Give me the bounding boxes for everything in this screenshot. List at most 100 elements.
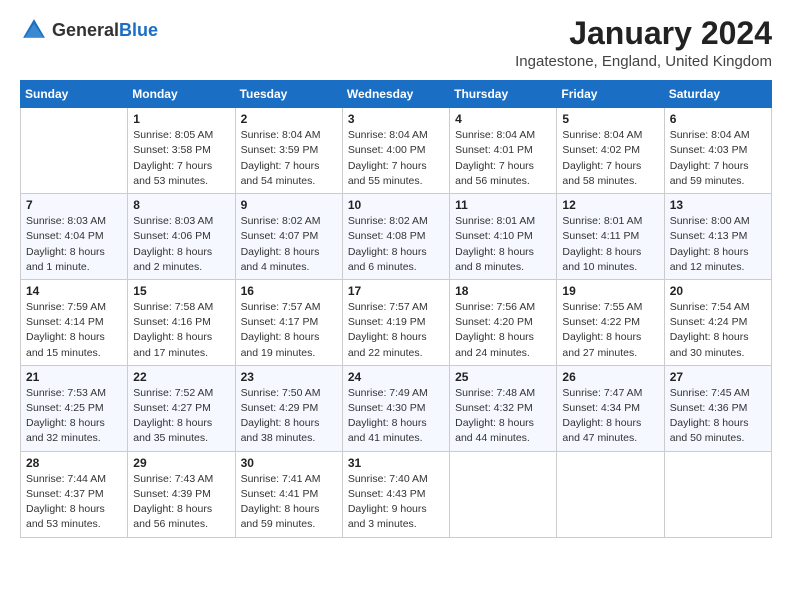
day-info: Sunrise: 7:44 AMSunset: 4:37 PMDaylight:… — [26, 472, 122, 533]
calendar-cell: 20 Sunrise: 7:54 AMSunset: 4:24 PMDayligh… — [664, 279, 771, 365]
day-number: 31 — [348, 456, 444, 470]
day-number: 30 — [241, 456, 337, 470]
calendar-week-row: 28 Sunrise: 7:44 AMSunset: 4:37 PMDayligh… — [21, 451, 772, 537]
weekday-header-wednesday: Wednesday — [342, 81, 449, 108]
calendar-cell: 5 Sunrise: 8:04 AMSunset: 4:02 PMDaylight… — [557, 108, 664, 194]
weekday-header-monday: Monday — [128, 81, 235, 108]
calendar-cell: 3Sunrise: 8:04 AMSunset: 4:00 PMDaylight… — [342, 108, 449, 194]
calendar-cell: 7 Sunrise: 8:03 AMSunset: 4:04 PMDaylight… — [21, 194, 128, 280]
weekday-header-thursday: Thursday — [450, 81, 557, 108]
day-info: Sunrise: 8:04 AMSunset: 4:01 PMDaylight:… — [455, 128, 551, 189]
weekday-header-friday: Friday — [557, 81, 664, 108]
calendar-cell: 13Sunrise: 8:00 AMSunset: 4:13 PMDayligh… — [664, 194, 771, 280]
calendar-week-row: 1 Sunrise: 8:05 AMSunset: 3:58 PMDaylight… — [21, 108, 772, 194]
page-header: GeneralBlue January 2024 Ingatestone, En… — [20, 16, 772, 70]
calendar-cell: 12 Sunrise: 8:01 AMSunset: 4:11 PMDayligh… — [557, 194, 664, 280]
day-info: Sunrise: 7:55 AMSunset: 4:22 PMDaylight:… — [562, 300, 658, 361]
calendar-cell: 2 Sunrise: 8:04 AMSunset: 3:59 PMDaylight… — [235, 108, 342, 194]
calendar-cell: 23 Sunrise: 7:50 AMSunset: 4:29 PMDayligh… — [235, 365, 342, 451]
day-number: 24 — [348, 370, 444, 384]
day-number: 26 — [562, 370, 658, 384]
day-number: 25 — [455, 370, 551, 384]
calendar-cell — [450, 451, 557, 537]
calendar-cell — [21, 108, 128, 194]
calendar-body: 1 Sunrise: 8:05 AMSunset: 3:58 PMDaylight… — [21, 108, 772, 537]
day-number: 23 — [241, 370, 337, 384]
calendar-cell — [664, 451, 771, 537]
calendar-week-row: 21 Sunrise: 7:53 AMSunset: 4:25 PMDayligh… — [21, 365, 772, 451]
calendar-cell: 4 Sunrise: 8:04 AMSunset: 4:01 PMDaylight… — [450, 108, 557, 194]
day-number: 12 — [562, 198, 658, 212]
calendar-cell: 6 Sunrise: 8:04 AMSunset: 4:03 PMDaylight… — [664, 108, 771, 194]
calendar-cell: 31 Sunrise: 7:40 AMSunset: 4:43 PMDayligh… — [342, 451, 449, 537]
day-info: Sunrise: 7:40 AMSunset: 4:43 PMDaylight:… — [348, 472, 444, 533]
calendar-cell: 8Sunrise: 8:03 AMSunset: 4:06 PMDaylight… — [128, 194, 235, 280]
day-info: Sunrise: 8:02 AMSunset: 4:08 PMDaylight:… — [348, 214, 444, 275]
weekday-header-row: SundayMondayTuesdayWednesdayThursdayFrid… — [21, 81, 772, 108]
day-number: 9 — [241, 198, 337, 212]
calendar-week-row: 7 Sunrise: 8:03 AMSunset: 4:04 PMDaylight… — [21, 194, 772, 280]
calendar-cell: 19 Sunrise: 7:55 AMSunset: 4:22 PMDayligh… — [557, 279, 664, 365]
logo-text-general: General — [52, 20, 119, 40]
day-info: Sunrise: 7:54 AMSunset: 4:24 PMDaylight:… — [670, 300, 766, 361]
day-info: Sunrise: 7:53 AMSunset: 4:25 PMDaylight:… — [26, 386, 122, 447]
calendar-cell: 15 Sunrise: 7:58 AMSunset: 4:16 PMDayligh… — [128, 279, 235, 365]
day-info: Sunrise: 8:04 AMSunset: 4:02 PMDaylight:… — [562, 128, 658, 189]
day-info: Sunrise: 7:43 AMSunset: 4:39 PMDaylight:… — [133, 472, 229, 533]
calendar-cell: 25 Sunrise: 7:48 AMSunset: 4:32 PMDayligh… — [450, 365, 557, 451]
calendar-cell: 27 Sunrise: 7:45 AMSunset: 4:36 PMDayligh… — [664, 365, 771, 451]
day-info: Sunrise: 8:01 AMSunset: 4:11 PMDaylight:… — [562, 214, 658, 275]
calendar-week-row: 14 Sunrise: 7:59 AMSunset: 4:14 PMDayligh… — [21, 279, 772, 365]
calendar-cell: 14 Sunrise: 7:59 AMSunset: 4:14 PMDayligh… — [21, 279, 128, 365]
day-info: Sunrise: 7:50 AMSunset: 4:29 PMDaylight:… — [241, 386, 337, 447]
day-number: 1 — [133, 112, 229, 126]
weekday-header-sunday: Sunday — [21, 81, 128, 108]
weekday-header-saturday: Saturday — [664, 81, 771, 108]
logo-icon — [20, 16, 48, 44]
day-number: 27 — [670, 370, 766, 384]
calendar-header: SundayMondayTuesdayWednesdayThursdayFrid… — [21, 81, 772, 108]
day-number: 3 — [348, 112, 444, 126]
day-info: Sunrise: 7:57 AMSunset: 4:19 PMDaylight:… — [348, 300, 444, 361]
calendar-cell: 22Sunrise: 7:52 AMSunset: 4:27 PMDayligh… — [128, 365, 235, 451]
day-info: Sunrise: 8:00 AMSunset: 4:13 PMDaylight:… — [670, 214, 766, 275]
calendar-cell: 26 Sunrise: 7:47 AMSunset: 4:34 PMDayligh… — [557, 365, 664, 451]
day-info: Sunrise: 7:41 AMSunset: 4:41 PMDaylight:… — [241, 472, 337, 533]
calendar-cell: 30 Sunrise: 7:41 AMSunset: 4:41 PMDayligh… — [235, 451, 342, 537]
calendar-cell: 10 Sunrise: 8:02 AMSunset: 4:08 PMDayligh… — [342, 194, 449, 280]
logo-text-blue: Blue — [119, 20, 158, 40]
day-info: Sunrise: 8:04 AMSunset: 3:59 PMDaylight:… — [241, 128, 337, 189]
day-info: Sunrise: 7:52 AMSunset: 4:27 PMDaylight:… — [133, 386, 229, 447]
day-number: 15 — [133, 284, 229, 298]
day-number: 5 — [562, 112, 658, 126]
day-info: Sunrise: 7:49 AMSunset: 4:30 PMDaylight:… — [348, 386, 444, 447]
day-info: Sunrise: 7:59 AMSunset: 4:14 PMDaylight:… — [26, 300, 122, 361]
day-number: 6 — [670, 112, 766, 126]
calendar-cell: 9 Sunrise: 8:02 AMSunset: 4:07 PMDaylight… — [235, 194, 342, 280]
day-info: Sunrise: 7:47 AMSunset: 4:34 PMDaylight:… — [562, 386, 658, 447]
day-number: 10 — [348, 198, 444, 212]
day-info: Sunrise: 8:05 AMSunset: 3:58 PMDaylight:… — [133, 128, 229, 189]
calendar-cell: 1 Sunrise: 8:05 AMSunset: 3:58 PMDaylight… — [128, 108, 235, 194]
day-info: Sunrise: 7:58 AMSunset: 4:16 PMDaylight:… — [133, 300, 229, 361]
day-info: Sunrise: 7:57 AMSunset: 4:17 PMDaylight:… — [241, 300, 337, 361]
day-number: 2 — [241, 112, 337, 126]
day-number: 4 — [455, 112, 551, 126]
day-number: 20 — [670, 284, 766, 298]
day-number: 21 — [26, 370, 122, 384]
day-info: Sunrise: 8:04 AMSunset: 4:03 PMDaylight:… — [670, 128, 766, 189]
day-info: Sunrise: 8:03 AMSunset: 4:06 PMDaylight:… — [133, 214, 229, 275]
calendar-cell — [557, 451, 664, 537]
calendar-cell: 29Sunrise: 7:43 AMSunset: 4:39 PMDayligh… — [128, 451, 235, 537]
day-info: Sunrise: 7:45 AMSunset: 4:36 PMDaylight:… — [670, 386, 766, 447]
calendar-cell: 21 Sunrise: 7:53 AMSunset: 4:25 PMDayligh… — [21, 365, 128, 451]
month-title: January 2024 — [515, 16, 772, 51]
day-number: 28 — [26, 456, 122, 470]
day-info: Sunrise: 8:02 AMSunset: 4:07 PMDaylight:… — [241, 214, 337, 275]
day-info: Sunrise: 7:48 AMSunset: 4:32 PMDaylight:… — [455, 386, 551, 447]
day-number: 19 — [562, 284, 658, 298]
day-info: Sunrise: 8:03 AMSunset: 4:04 PMDaylight:… — [26, 214, 122, 275]
day-number: 14 — [26, 284, 122, 298]
day-number: 7 — [26, 198, 122, 212]
logo: GeneralBlue — [20, 16, 158, 44]
